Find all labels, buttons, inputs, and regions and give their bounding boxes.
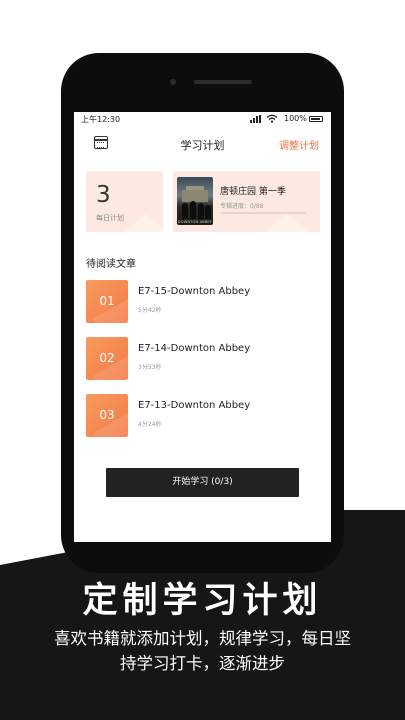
adjust-plan-button[interactable]: 调整计划 xyxy=(279,137,319,152)
section-title: 待阅读文章 xyxy=(86,259,136,270)
card-decoration xyxy=(265,214,309,232)
nav-bar: 学习计划 调整计划 xyxy=(74,130,331,156)
daily-plan-label: 每日计划 xyxy=(96,214,124,222)
phone-screen: 上午12:30 100% 学习计划 调整计划 3 每日计划 DOWNTON AB… xyxy=(74,112,331,542)
course-progress-text: 专辑进度：0/88 xyxy=(220,203,264,210)
article-duration: 5分42秒 xyxy=(138,307,162,314)
cover-figure xyxy=(182,203,188,219)
course-title: 唐顿庄园 第一季 xyxy=(220,187,286,197)
daily-plan-count: 3 xyxy=(96,182,111,208)
start-learning-button[interactable]: 开始学习 (0/3) xyxy=(106,468,299,497)
cover-figure xyxy=(190,201,196,219)
cover-figure xyxy=(198,203,204,219)
card-decoration xyxy=(124,214,163,232)
article-index: 01 xyxy=(99,294,115,308)
cover-title-text: DOWNTON ABBEY xyxy=(177,220,213,224)
status-bar: 上午12:30 100% xyxy=(74,112,331,126)
article-index-badge: 01 xyxy=(86,280,128,323)
phone-speaker xyxy=(194,80,252,84)
article-title: E7-15-Downton Abbey xyxy=(138,286,251,297)
promo-subline: 喜欢书籍就添加计划，规律学习，每日坚 持学习打卡，逐渐进步 xyxy=(0,626,405,676)
article-index: 02 xyxy=(99,351,115,365)
list-item[interactable]: 01 E7-15-Downton Abbey 5分42秒 xyxy=(86,280,319,323)
promo-subline-line-2: 持学习打卡，逐渐进步 xyxy=(120,654,285,673)
article-title: E7-13-Downton Abbey xyxy=(138,400,251,411)
article-index-badge: 03 xyxy=(86,394,128,437)
course-card[interactable]: DOWNTON ABBEY 唐顿庄园 第一季 专辑进度：0/88 xyxy=(173,171,320,232)
battery-percent: 100% xyxy=(284,114,307,123)
cover-house xyxy=(182,190,208,202)
list-item[interactable]: 02 E7-14-Downton Abbey 3分53秒 xyxy=(86,337,319,380)
cover-figure xyxy=(205,205,211,219)
wifi-icon xyxy=(266,114,278,123)
status-time: 上午12:30 xyxy=(81,115,121,124)
battery-icon xyxy=(309,116,323,122)
course-progress-bar xyxy=(220,212,306,214)
article-duration: 4分24秒 xyxy=(138,421,162,428)
phone-camera xyxy=(170,79,176,85)
article-title: E7-14-Downton Abbey xyxy=(138,343,251,354)
promo-subline-line-1: 喜欢书籍就添加计划，规律学习，每日坚 xyxy=(54,629,351,648)
article-index: 03 xyxy=(99,408,115,422)
article-index-badge: 02 xyxy=(86,337,128,380)
daily-plan-card[interactable]: 3 每日计划 xyxy=(86,171,163,232)
signal-icon xyxy=(250,115,262,123)
article-duration: 3分53秒 xyxy=(138,364,162,371)
list-item[interactable]: 03 E7-13-Downton Abbey 4分24秒 xyxy=(86,394,319,437)
promo-headline: 定制学习计划 xyxy=(82,581,323,621)
course-cover-image: DOWNTON ABBEY xyxy=(177,177,213,225)
